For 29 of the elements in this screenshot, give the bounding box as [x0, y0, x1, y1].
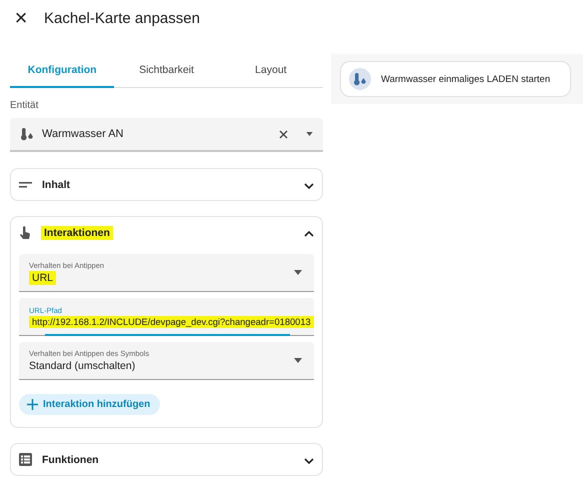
section-title[interactable]: Inhalt	[42, 178, 294, 190]
field-value: Standard (umschalten)	[29, 360, 136, 372]
chevron-down-icon[interactable]	[304, 458, 314, 464]
entity-select[interactable]: Warmwasser AN	[10, 118, 323, 152]
section-title[interactable]: Funktionen	[42, 454, 294, 466]
field-value: URL	[29, 272, 56, 284]
tab[interactable]: Sichtbarkeit	[114, 54, 219, 88]
entity-value: Warmwasser AN	[42, 128, 124, 140]
close-button[interactable]: ×	[12, 7, 30, 29]
tile-name: Warmwasser einmaliges LADEN starten	[381, 74, 550, 84]
entity-label: Entität	[10, 100, 40, 111]
add-interaction-button[interactable]: Interaktion hinzufügen	[19, 394, 160, 415]
tab[interactable]: Layout	[218, 54, 323, 88]
lines-icon	[19, 182, 32, 188]
plus-icon	[27, 399, 38, 410]
field-value: http://192.168.1.2/INCLUDE/devpage_dev.cgi?changeadr=0180013	[29, 317, 314, 327]
dropdown-caret-icon[interactable]	[294, 270, 302, 275]
tile-card[interactable]: Warmwasser einmaliges LADEN starten	[340, 61, 571, 97]
section-title[interactable]: Interaktionen	[41, 226, 294, 238]
dropdown-caret-icon[interactable]	[306, 132, 313, 136]
pointer-hand-icon	[19, 226, 31, 240]
list-icon	[19, 453, 32, 466]
dialog-title: Kachel-Karte anpassen	[44, 10, 200, 26]
chevron-down-icon[interactable]	[304, 182, 314, 188]
thermometer-drop-icon	[20, 127, 34, 141]
clear-icon[interactable]	[279, 130, 288, 138]
chevron-up-icon[interactable]	[304, 230, 314, 236]
tile-icon	[349, 68, 371, 90]
dropdown-caret-icon[interactable]	[294, 358, 302, 363]
